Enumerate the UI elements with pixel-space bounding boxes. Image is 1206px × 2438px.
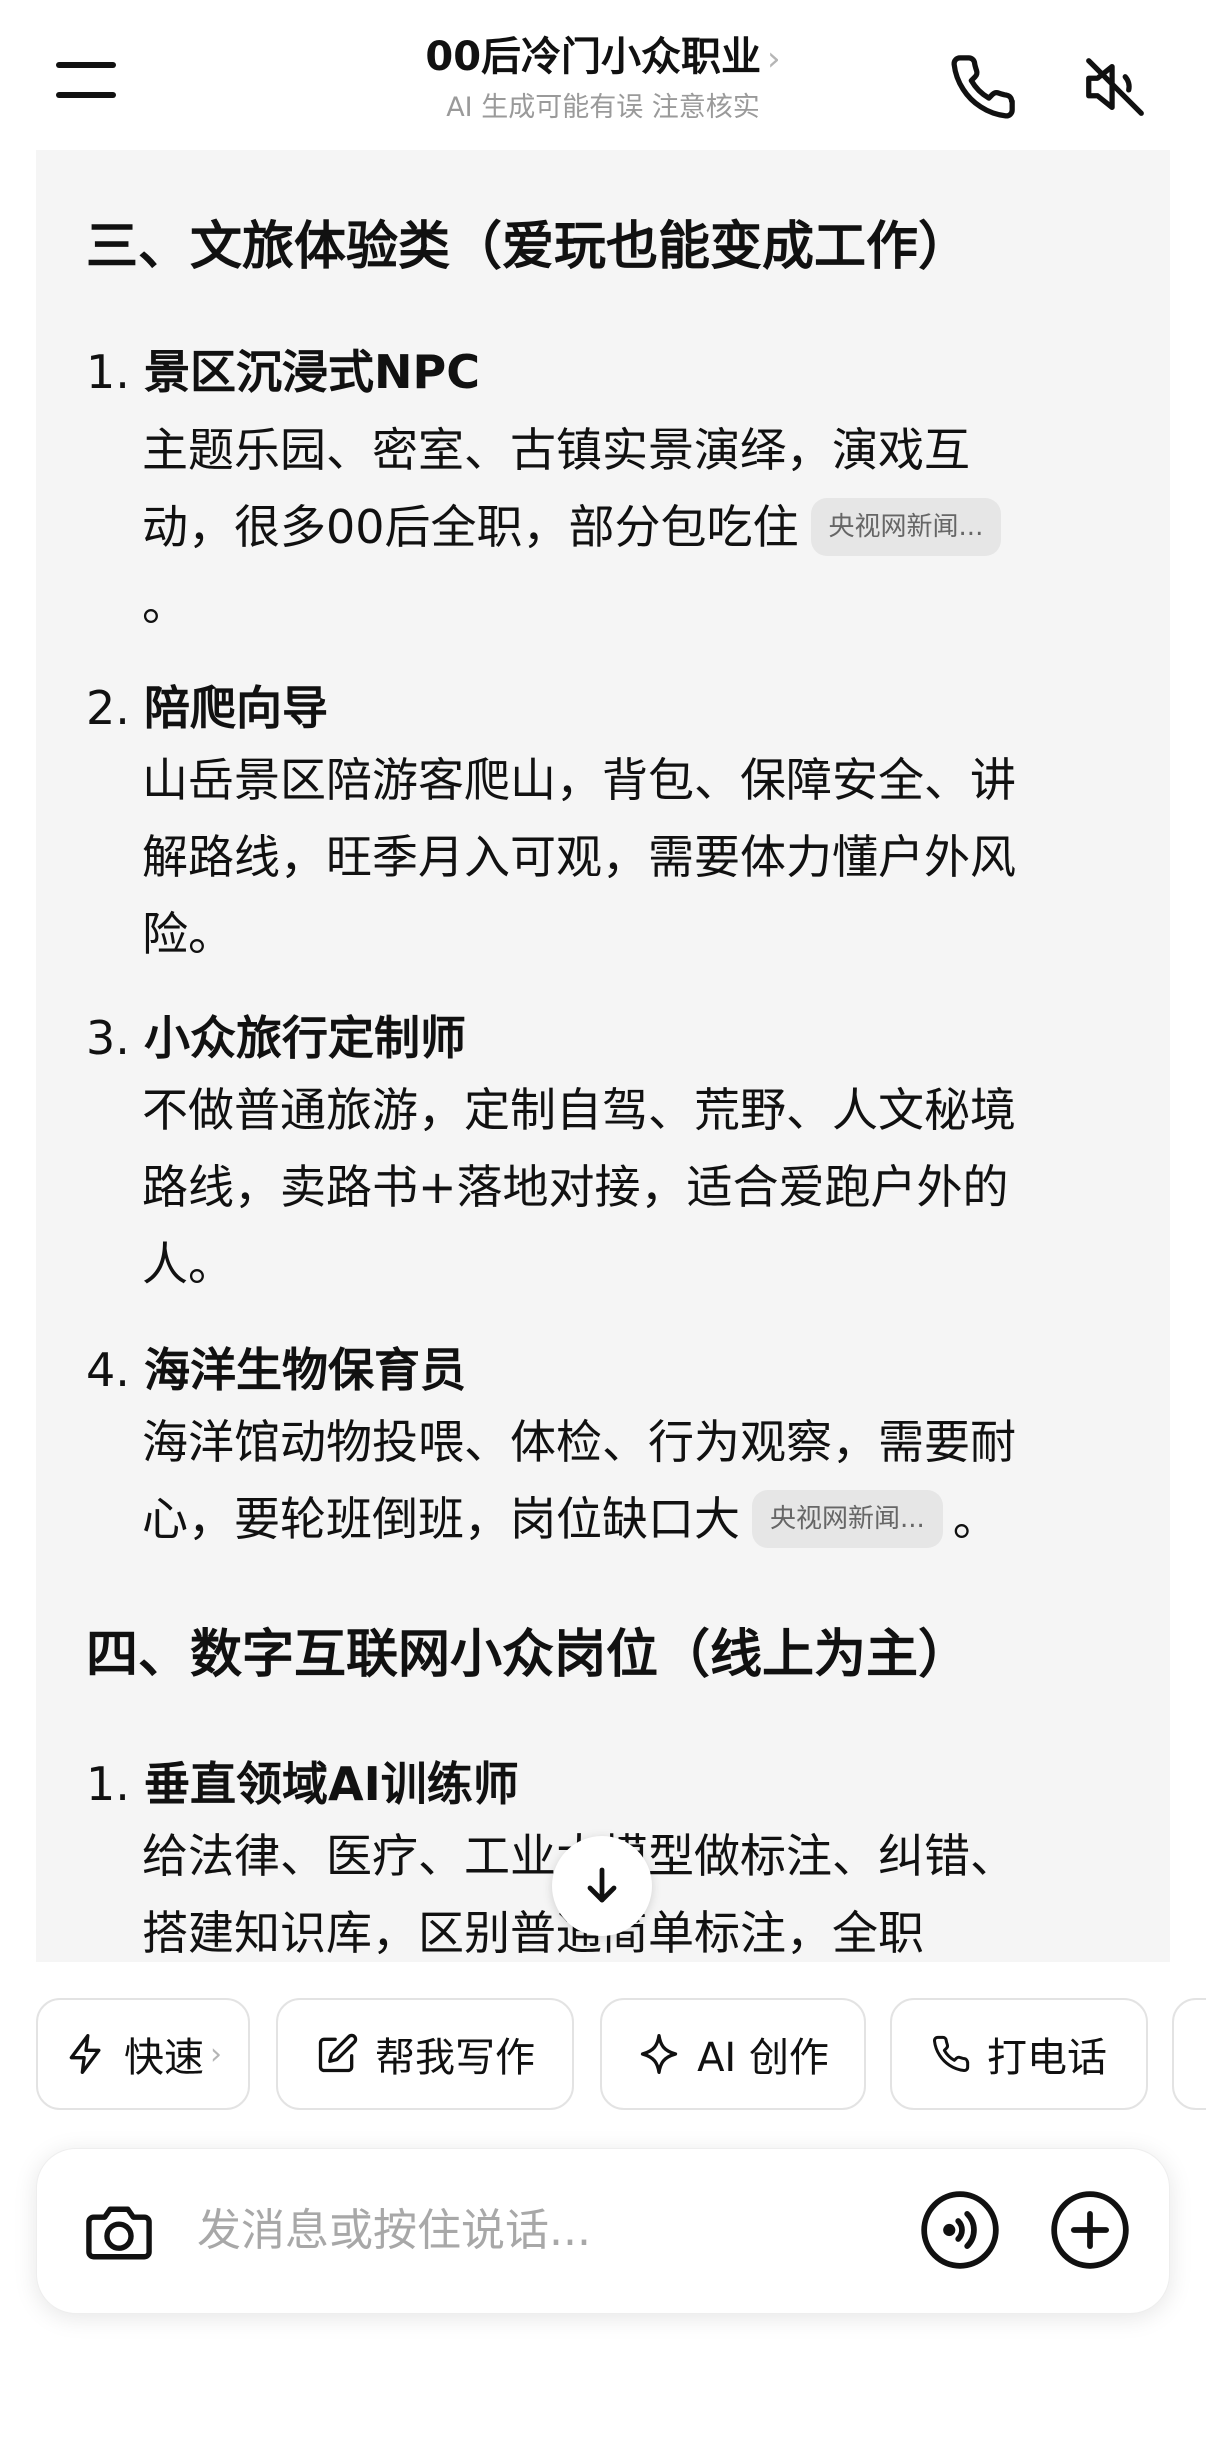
list-item-title: 1. 景区沉浸式NPC [86, 342, 480, 402]
message-content: 三、文旅体验类（爱玩也能变成工作） 1. 景区沉浸式NPC 主题乐园、密室、古镇实… [36, 150, 1170, 1962]
list-item-title: 3. 小众旅行定制师 [86, 1008, 466, 1068]
ai-create-chip[interactable]: AI 创作 [600, 1998, 866, 2110]
list-number: 1. [86, 345, 130, 399]
message-input[interactable]: 发消息或按住说话... [197, 2201, 591, 2261]
phone-call-icon[interactable] [948, 52, 1018, 122]
quick-mode-chip[interactable]: 快速 › [36, 1998, 250, 2110]
edit-icon [318, 2033, 358, 2073]
list-item-body: 山岳景区陪游客爬山，背包、保障安全、讲 解路线，旺季月入可观，需要体力懂户外风 … [142, 742, 1142, 973]
body-line: 主题乐园、密室、古镇实景演绎，演戏互 [142, 423, 970, 477]
conversation-title-text: 00后冷门小众职业 [425, 34, 762, 80]
conversation-title-area[interactable]: 00后冷门小众职业 › AI 生成可能有误 注意核实 [300, 30, 906, 128]
chip-label: 帮我写作 [375, 2035, 535, 2081]
list-item-body: 海洋馆动物投喂、体检、行为观察，需要耐 心，要轮班倒班，岗位缺口大 央视网新闻..… [142, 1404, 1142, 1558]
list-item-title: 1. 垂直领域AI训练师 [86, 1754, 519, 1814]
phone-icon [933, 2035, 970, 2072]
add-button[interactable] [1047, 2187, 1133, 2277]
list-item-title-text: 景区沉浸式NPC [144, 345, 480, 399]
body-line: 山岳景区陪游客爬山，背包、保障安全、讲 [142, 753, 1016, 807]
menu-icon[interactable] [56, 58, 120, 102]
body-line: 。 [142, 577, 188, 631]
body-text: 动，很多00后全职，部分包吃住 [142, 500, 799, 554]
conversation-title[interactable]: 00后冷门小众职业 › [300, 30, 906, 86]
arrow-down-icon [587, 1867, 617, 1903]
chevron-right-icon: › [210, 2036, 222, 2072]
list-item-title-text: 垂直领域AI训练师 [144, 1757, 519, 1811]
sparkle-icon [640, 2034, 678, 2074]
more-chip[interactable] [1172, 1998, 1206, 2110]
body-line: 解路线，旺季月入可观，需要体力懂户外风 [142, 830, 1016, 884]
list-number: 4. [86, 1343, 130, 1397]
body-text: 。 [952, 1492, 999, 1546]
citation-chip[interactable]: 央视网新闻... [752, 1489, 943, 1548]
body-line: 不做普通旅游，定制自驾、荒野、人文秘境 [142, 1083, 1016, 1137]
phone-call-chip[interactable]: 打电话 [890, 1998, 1148, 2110]
top-bar: 00后冷门小众职业 › AI 生成可能有误 注意核实 [0, 0, 1206, 150]
body-line: 人。 [142, 1237, 234, 1291]
quick-actions-bar: 快速 › 帮我写作 AI 创作 打电话 [0, 1962, 1206, 2132]
chip-label: 打电话 [987, 2035, 1107, 2081]
voice-wave-icon [921, 2191, 999, 2269]
message-input-bar: 发消息或按住说话... [36, 2148, 1170, 2314]
body-line: 险。 [142, 907, 234, 961]
body-line: 动，很多00后全职，部分包吃住 央视网新闻... [142, 489, 1142, 566]
section-heading: 四、数字互联网小众岗位（线上为主） [86, 1625, 971, 1685]
camera-icon [86, 2206, 152, 2260]
ai-disclaimer: AI 生成可能有误 注意核实 [446, 92, 760, 123]
body-line: 路线，卖路书+落地对接，适合爱跑户外的 [142, 1160, 1009, 1214]
camera-button[interactable] [81, 2195, 157, 2275]
chip-label: 快速 [124, 2035, 204, 2081]
list-item-title: 4. 海洋生物保育员 [86, 1340, 466, 1400]
speaker-mute-icon[interactable] [1080, 52, 1150, 122]
citation-chip[interactable]: 央视网新闻... [810, 497, 1002, 556]
chevron-right-icon: › [767, 39, 781, 79]
list-number: 1. [86, 1757, 130, 1811]
list-item-body: 不做普通旅游，定制自驾、荒野、人文秘境 路线，卖路书+落地对接，适合爱跑户外的 … [142, 1072, 1142, 1303]
list-item-title: 2. 陪爬向导 [86, 678, 328, 738]
list-item-title-text: 陪爬向导 [144, 681, 328, 735]
voice-button[interactable] [917, 2187, 1003, 2277]
list-item-body: 主题乐园、密室、古镇实景演绎，演戏互 动，很多00后全职，部分包吃住 央视网新闻.… [142, 412, 1142, 643]
list-item-title-text: 小众旅行定制师 [144, 1011, 466, 1065]
plus-circle-icon [1051, 2191, 1129, 2269]
body-line: 心，要轮班倒班，岗位缺口大 央视网新闻...。 [142, 1481, 1142, 1558]
list-number: 3. [86, 1011, 130, 1065]
body-line: 海洋馆动物投喂、体检、行为观察，需要耐 [142, 1415, 1016, 1469]
list-number: 2. [86, 681, 130, 735]
chip-label: AI 创作 [697, 2035, 829, 2081]
lightning-icon [69, 2034, 101, 2074]
body-text: 心，要轮班倒班，岗位缺口大 [142, 1492, 740, 1546]
section-heading: 三、文旅体验类（爱玩也能变成工作） [86, 217, 971, 277]
list-item-title-text: 海洋生物保育员 [144, 1343, 466, 1397]
help-write-chip[interactable]: 帮我写作 [276, 1998, 574, 2110]
scroll-to-bottom-button[interactable] [552, 1836, 652, 1936]
